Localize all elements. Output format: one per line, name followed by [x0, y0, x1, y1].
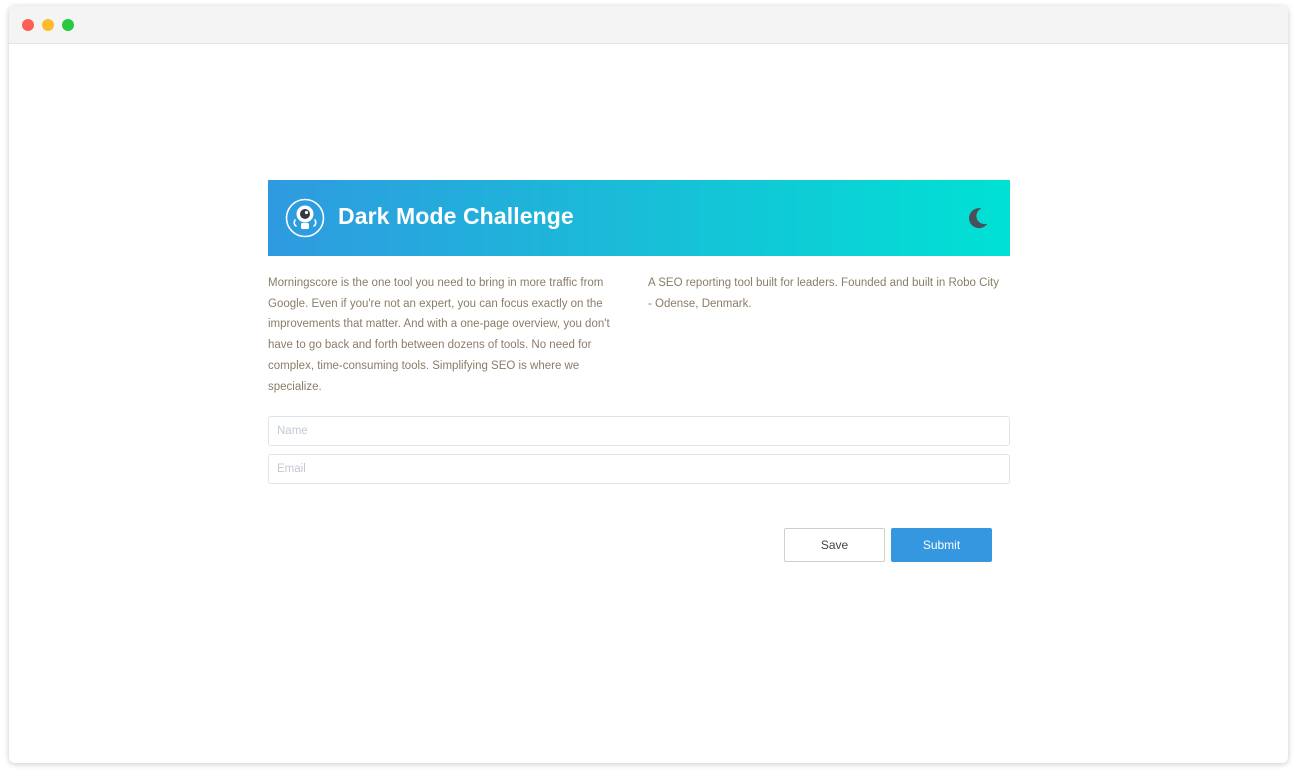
robot-logo-icon — [285, 198, 325, 238]
browser-window — [9, 6, 1288, 763]
maximize-window-button[interactable] — [62, 19, 74, 31]
description-left: Morningscore is the one tool you need to… — [268, 277, 610, 393]
close-window-button[interactable] — [22, 19, 34, 31]
name-input[interactable] — [268, 416, 1010, 446]
page-title: Dark Mode Challenge — [338, 203, 574, 229]
save-button[interactable]: Save — [784, 528, 885, 562]
description-right: A SEO reporting tool built for leaders. … — [648, 277, 999, 310]
submit-button[interactable]: Submit — [891, 528, 992, 562]
email-input[interactable] — [268, 454, 1010, 484]
minimize-window-button[interactable] — [42, 19, 54, 31]
header-banner: Dark Mode Challenge — [268, 180, 1010, 256]
title-bar — [9, 6, 1288, 44]
moon-icon[interactable] — [966, 206, 990, 230]
